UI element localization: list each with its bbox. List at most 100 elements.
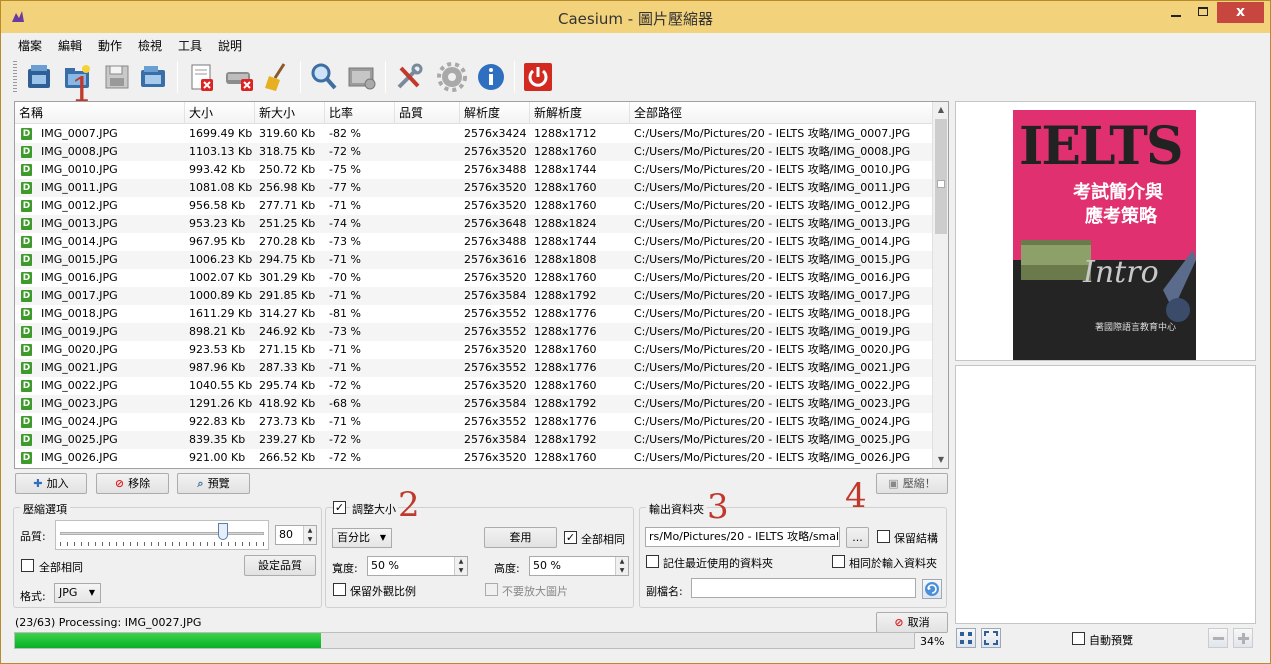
- tools-icon[interactable]: [392, 60, 426, 94]
- table-row[interactable]: D IMG_0012.JPG 956.58 Kb 277.71 Kb -71 % 2576…: [15, 197, 933, 215]
- browse-output-button[interactable]: ...: [846, 527, 869, 548]
- file-name: IMG_0008.JPG: [41, 145, 118, 158]
- menu-file[interactable]: 檔案: [18, 37, 42, 54]
- table-row[interactable]: D IMG_0019.JPG 898.21 Kb 246.92 Kb -73 % 2576…: [15, 323, 933, 341]
- file-size: 921.00 Kb: [189, 451, 246, 464]
- menu-tools[interactable]: 工具: [178, 37, 202, 54]
- quality-same-for-all-label: 全部相同: [39, 561, 83, 574]
- table-row[interactable]: D IMG_0025.JPG 839.35 Kb 239.27 Kb -72 % 2576…: [15, 431, 933, 449]
- height-spin-arrows-icon[interactable]: ▲ ▼: [615, 557, 628, 575]
- no-enlarge-checkbox[interactable]: [485, 583, 498, 596]
- book-title-text: IELTS: [1019, 116, 1184, 177]
- remove-item-icon[interactable]: [184, 60, 218, 94]
- jpeg-file-icon: D: [21, 200, 32, 212]
- minimize-button[interactable]: [1163, 2, 1189, 23]
- output-path-input[interactable]: rs/Mo/Pictures/20 - IELTS 攻略/small 50: [645, 527, 840, 547]
- apply-resize-button[interactable]: 套用: [484, 527, 557, 548]
- file-resolution: 2576x3552: [464, 415, 527, 428]
- broom-icon[interactable]: [260, 60, 294, 94]
- preview-button[interactable]: ⌕ 預覽: [177, 473, 250, 494]
- width-spin-arrows-icon[interactable]: ▲ ▼: [454, 557, 467, 575]
- refresh-suffix-button[interactable]: [922, 579, 942, 599]
- save-icon[interactable]: [100, 60, 134, 94]
- scroll-down-icon[interactable]: ▼: [933, 452, 949, 468]
- set-quality-button[interactable]: 設定品質: [244, 555, 316, 576]
- table-row[interactable]: D IMG_0008.JPG 1103.13 Kb 318.75 Kb -72 % 257…: [15, 143, 933, 161]
- quality-spin-arrows-icon[interactable]: ▲ ▼: [303, 526, 316, 544]
- cancel-button[interactable]: ⊘ 取消: [876, 612, 948, 633]
- column-resolution[interactable]: 解析度: [460, 102, 530, 124]
- column-new-resolution[interactable]: 新解析度: [530, 102, 630, 124]
- file-list-scrollbar[interactable]: ▲ ▼: [932, 102, 948, 468]
- resize-mode-select[interactable]: 百分比 ▼: [332, 528, 392, 548]
- file-resolution: 2576x3648: [464, 217, 527, 230]
- quality-same-for-all-checkbox[interactable]: [21, 559, 34, 572]
- table-row[interactable]: D IMG_0021.JPG 987.96 Kb 287.33 Kb -71 % 2576…: [15, 359, 933, 377]
- table-row[interactable]: D IMG_0011.JPG 1081.08 Kb 256.98 Kb -77 % 257…: [15, 179, 933, 197]
- progress-bar-fill: [15, 633, 321, 648]
- info-icon[interactable]: [474, 60, 508, 94]
- same-as-input-checkbox[interactable]: [832, 555, 845, 568]
- table-row[interactable]: D IMG_0018.JPG 1611.29 Kb 314.27 Kb -81 % 257…: [15, 305, 933, 323]
- fit-to-window-button[interactable]: [956, 628, 976, 648]
- save-list-icon[interactable]: [137, 60, 171, 94]
- resize-same-for-all-checkbox[interactable]: ✓: [564, 531, 577, 544]
- actual-size-button[interactable]: [981, 628, 1001, 648]
- settings-gear-icon[interactable]: [435, 60, 469, 94]
- title-bar: Caesium - 圖片壓縮器 x: [1, 1, 1270, 33]
- keep-structure-checkbox[interactable]: [877, 530, 890, 543]
- clear-list-icon[interactable]: [222, 60, 256, 94]
- resize-enable-checkbox[interactable]: ✓: [333, 501, 346, 514]
- table-row[interactable]: D IMG_0023.JPG 1291.26 Kb 418.92 Kb -68 % 257…: [15, 395, 933, 413]
- keep-aspect-ratio-checkbox[interactable]: [333, 583, 346, 596]
- maximize-button[interactable]: [1190, 2, 1216, 23]
- zoom-in-button[interactable]: [1233, 628, 1253, 648]
- toolbar-grip[interactable]: [13, 61, 17, 93]
- column-ratio[interactable]: 比率: [325, 102, 395, 124]
- table-row[interactable]: D IMG_0022.JPG 1040.55 Kb 295.74 Kb -72 % 257…: [15, 377, 933, 395]
- open-file-icon[interactable]: [23, 60, 57, 94]
- menu-action[interactable]: 動作: [98, 37, 122, 54]
- remove-button[interactable]: ⊘ 移除: [96, 473, 169, 494]
- menu-edit[interactable]: 編輯: [58, 37, 82, 54]
- quality-slider-thumb[interactable]: [218, 523, 229, 540]
- compress-button[interactable]: ▣ 壓縮！: [876, 473, 948, 494]
- column-size[interactable]: 大小: [185, 102, 255, 124]
- table-row[interactable]: D IMG_0016.JPG 1002.07 Kb 301.29 Kb -70 % 257…: [15, 269, 933, 287]
- table-row[interactable]: D IMG_0020.JPG 923.53 Kb 271.15 Kb -71 % 2576…: [15, 341, 933, 359]
- column-quality[interactable]: 品質: [395, 102, 460, 124]
- add-button[interactable]: ✚ 加入: [15, 473, 87, 494]
- file-list[interactable]: 名稱 大小 新大小 比率 品質 解析度 新解析度 全部路徑 D IMG_0007.…: [14, 101, 949, 469]
- height-spinbox[interactable]: 50 % ▲ ▼: [529, 556, 629, 576]
- close-button[interactable]: x: [1217, 2, 1264, 23]
- zoom-out-button[interactable]: [1208, 628, 1228, 648]
- quality-slider[interactable]: [55, 520, 269, 550]
- column-new-size[interactable]: 新大小: [255, 102, 325, 124]
- power-icon[interactable]: [521, 60, 555, 94]
- menu-help[interactable]: 說明: [218, 37, 242, 54]
- table-row[interactable]: D IMG_0015.JPG 1006.23 Kb 294.75 Kb -71 % 257…: [15, 251, 933, 269]
- scroll-position-marker: [937, 180, 945, 188]
- file-size: 1699.49 Kb: [189, 127, 253, 140]
- column-name[interactable]: 名稱: [15, 102, 185, 124]
- table-row[interactable]: D IMG_0007.JPG 1699.49 Kb 319.60 Kb -82 % 257…: [15, 125, 933, 143]
- width-spinbox[interactable]: 50 % ▲ ▼: [367, 556, 468, 576]
- table-row[interactable]: D IMG_0010.JPG 993.42 Kb 250.72 Kb -75 % 2576…: [15, 161, 933, 179]
- table-row[interactable]: D IMG_0017.JPG 1000.89 Kb 291.85 Kb -71 % 257…: [15, 287, 933, 305]
- suffix-input[interactable]: [691, 578, 916, 598]
- scroll-up-icon[interactable]: ▲: [933, 102, 949, 118]
- quality-spinbox[interactable]: 80 ▲ ▼: [275, 525, 317, 545]
- search-icon[interactable]: [307, 60, 341, 94]
- format-select[interactable]: JPG ▼: [54, 583, 101, 603]
- table-row[interactable]: D IMG_0014.JPG 967.95 Kb 270.28 Kb -73 % 2576…: [15, 233, 933, 251]
- table-row[interactable]: D IMG_0024.JPG 922.83 Kb 273.73 Kb -71 % 2576…: [15, 413, 933, 431]
- preview-image-icon[interactable]: [345, 60, 379, 94]
- table-row[interactable]: D IMG_0013.JPG 953.23 Kb 251.25 Kb -74 % 2576…: [15, 215, 933, 233]
- remember-last-folder-checkbox[interactable]: [646, 555, 659, 568]
- table-row[interactable]: D IMG_0026.JPG 921.00 Kb 266.52 Kb -72 % 2576…: [15, 449, 933, 467]
- scroll-thumb[interactable]: [935, 119, 947, 234]
- menu-view[interactable]: 檢視: [138, 37, 162, 54]
- auto-preview-checkbox[interactable]: [1072, 632, 1085, 645]
- jpeg-file-icon: D: [21, 128, 32, 140]
- column-full-path[interactable]: 全部路徑: [630, 102, 933, 124]
